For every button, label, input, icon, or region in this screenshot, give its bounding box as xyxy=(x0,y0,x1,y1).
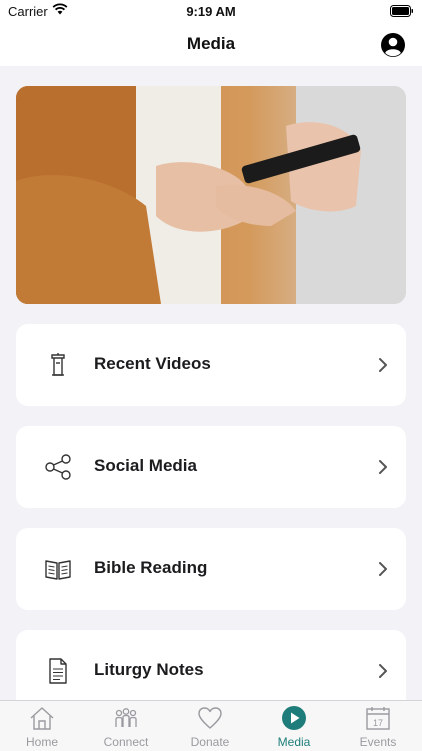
home-icon xyxy=(30,707,54,730)
status-bar: Carrier 9:19 AM xyxy=(0,0,422,22)
document-icon xyxy=(49,658,67,684)
tab-label: Donate xyxy=(190,735,230,749)
tab-donate[interactable]: Donate xyxy=(168,701,252,751)
tab-events[interactable]: 17 Events xyxy=(336,701,420,751)
menu-item-label: Liturgy Notes xyxy=(94,660,204,679)
pulpit-icon xyxy=(51,353,65,376)
play-icon xyxy=(282,706,306,730)
hero-photo xyxy=(16,86,406,304)
tab-label: Connect xyxy=(103,735,149,749)
menu-item-recent-videos[interactable]: Recent Videos xyxy=(16,324,406,406)
menu-item-label: Bible Reading xyxy=(94,558,208,577)
tab-home[interactable]: Home xyxy=(0,701,84,751)
calendar-day: 17 xyxy=(373,718,383,728)
menu-item-social-media[interactable]: Social Media xyxy=(16,426,406,508)
page-title: Media xyxy=(186,34,236,53)
chevron-right-icon xyxy=(379,664,387,678)
tab-label: Events xyxy=(359,735,397,749)
menu-item-label: Social Media xyxy=(94,456,197,475)
tab-label: Home xyxy=(25,735,58,749)
battery-icon xyxy=(390,5,413,17)
share-icon xyxy=(45,454,71,480)
heart-icon xyxy=(198,707,222,729)
navigation-bar: Media xyxy=(0,22,422,66)
chevron-right-icon xyxy=(379,460,387,474)
book-icon xyxy=(45,560,71,580)
tab-bar: Home Connect Donate Media 17 Events xyxy=(0,700,422,751)
menu-item-label: Recent Videos xyxy=(94,354,211,373)
menu-item-bible-reading[interactable]: Bible Reading xyxy=(16,528,406,610)
hero-image xyxy=(16,86,406,304)
profile-icon[interactable] xyxy=(380,32,406,58)
tab-media[interactable]: Media xyxy=(252,701,336,751)
people-icon xyxy=(115,708,137,727)
chevron-right-icon xyxy=(379,358,387,372)
tab-connect[interactable]: Connect xyxy=(84,701,168,751)
tab-label: Media xyxy=(277,735,311,749)
calendar-icon: 17 xyxy=(366,707,390,730)
status-time: 9:19 AM xyxy=(186,4,236,19)
chevron-right-icon xyxy=(379,562,387,576)
